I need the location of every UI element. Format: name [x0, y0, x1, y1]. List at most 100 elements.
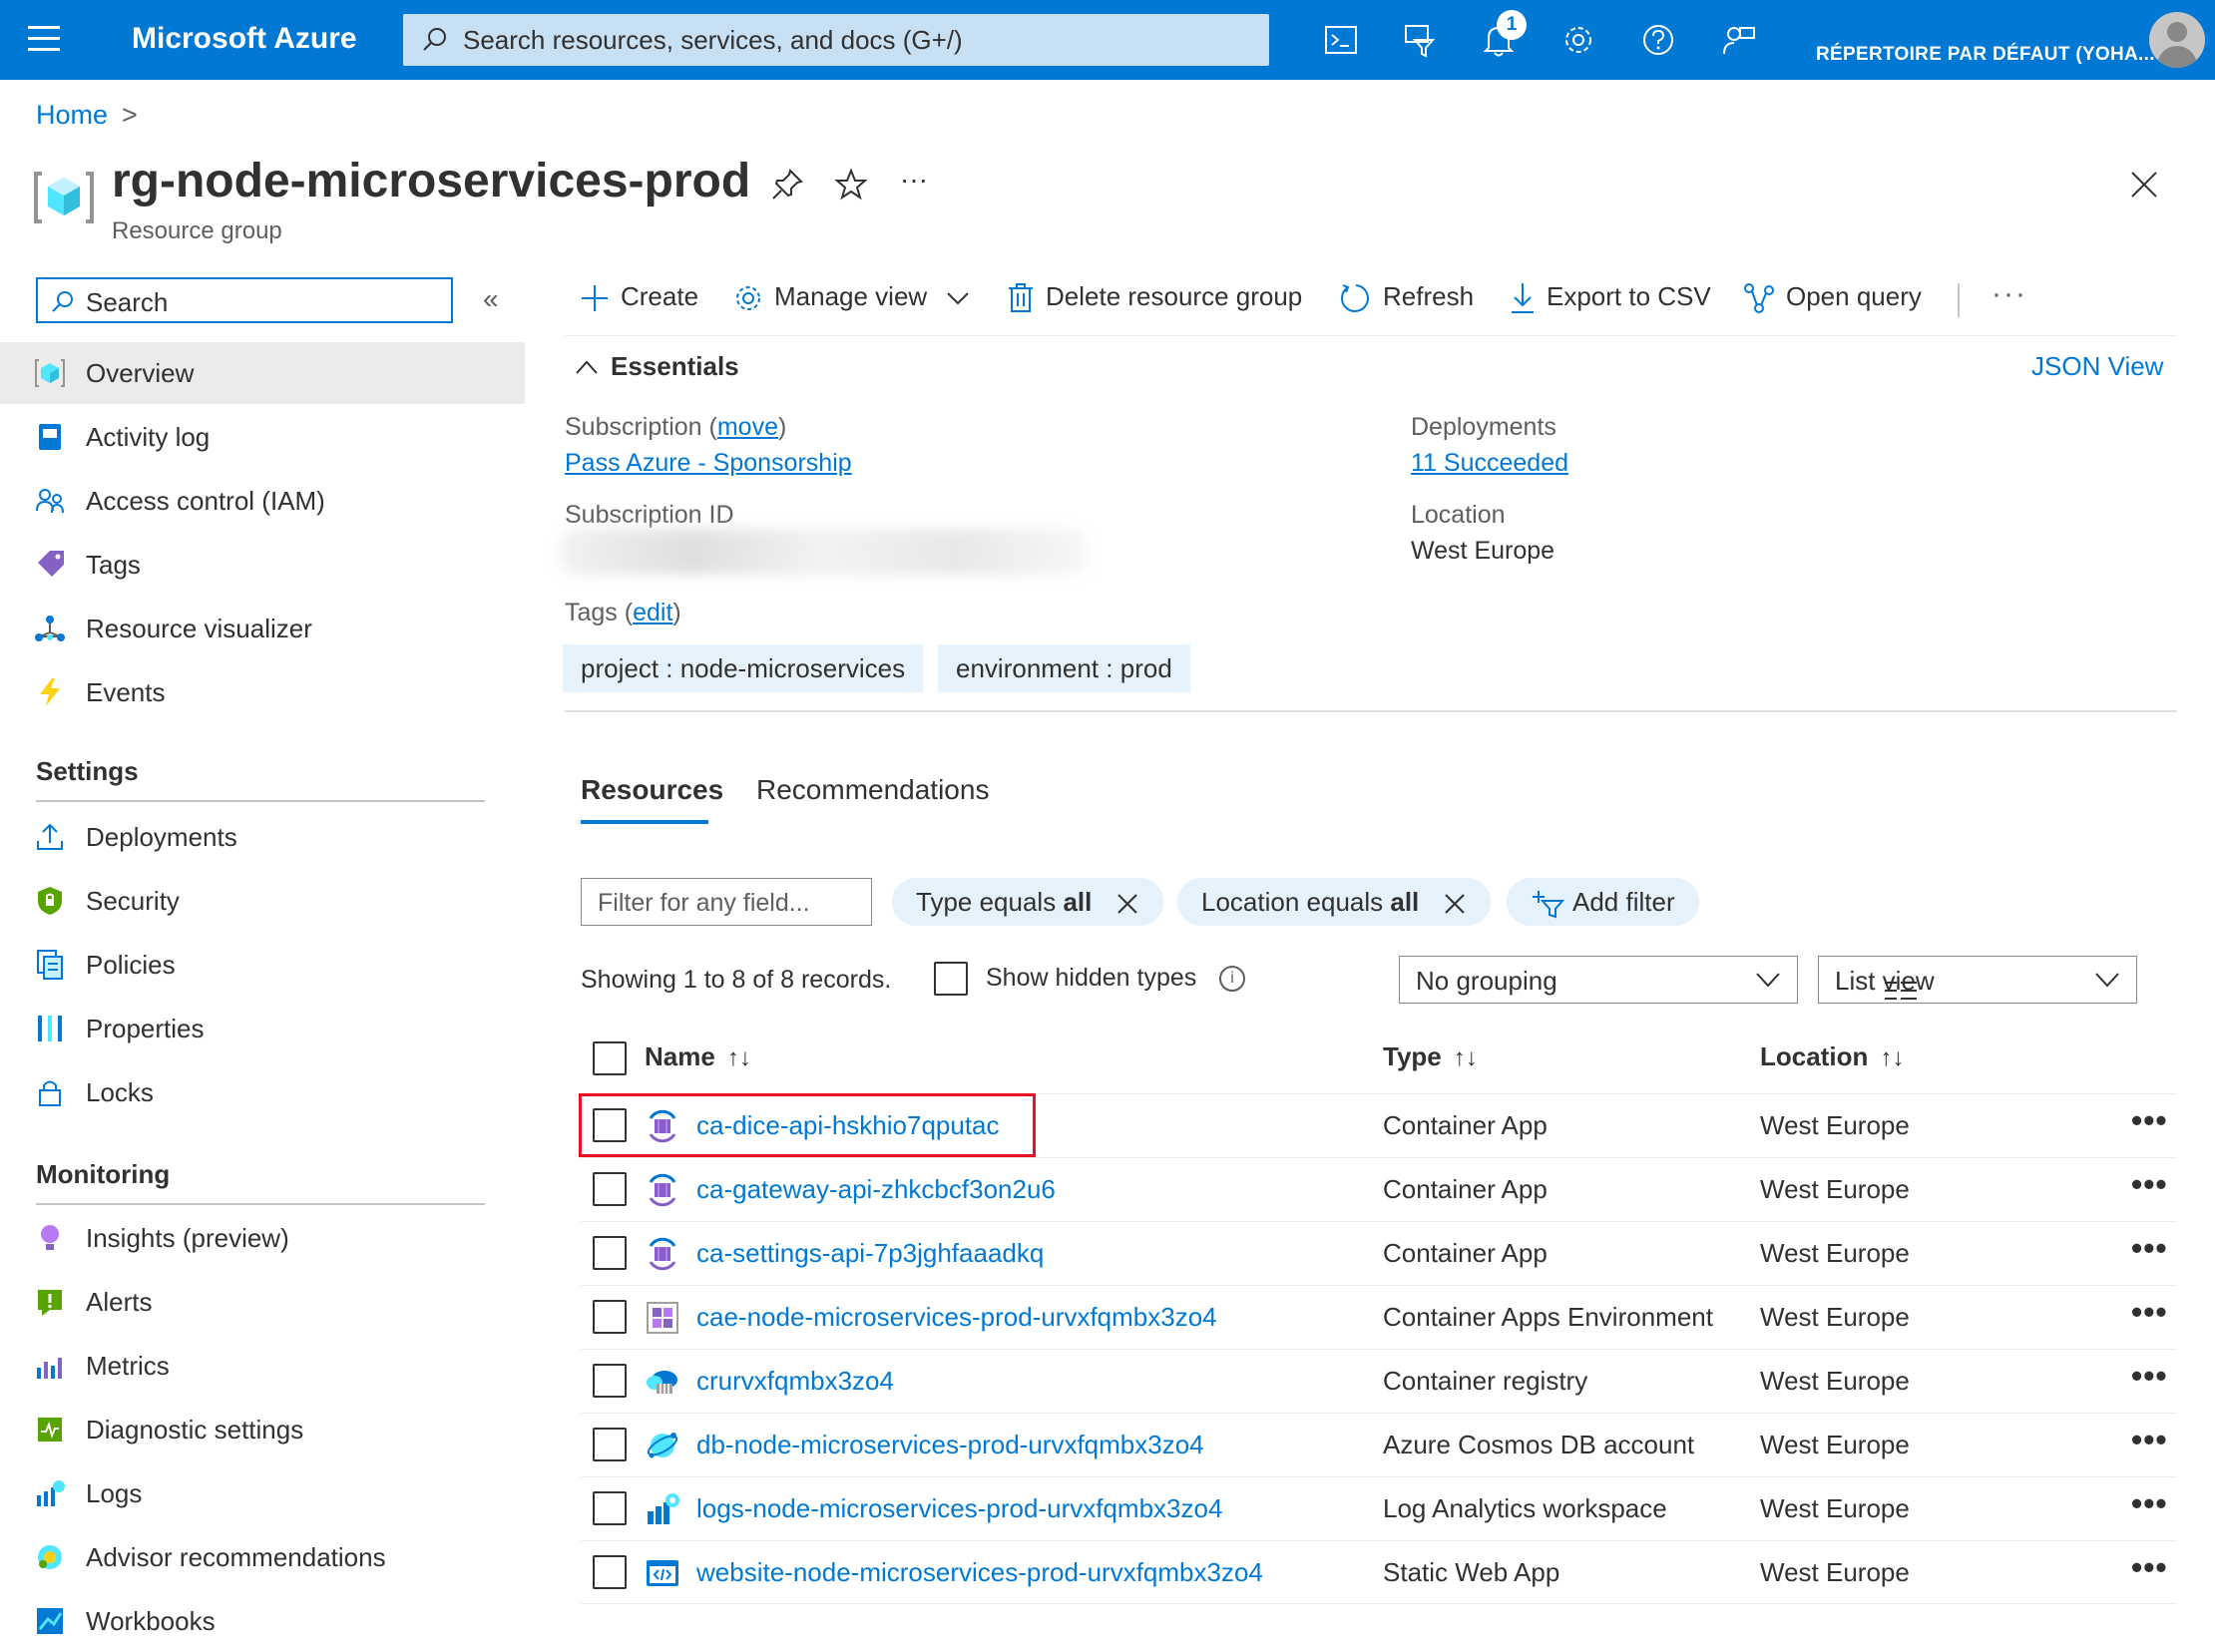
sidebar-item-activity-log[interactable]: Activity log: [0, 406, 525, 468]
export-csv-button[interactable]: Export to CSV: [1509, 281, 1711, 315]
row-more-button[interactable]: •••: [2131, 1102, 2168, 1139]
close-icon[interactable]: [2127, 168, 2161, 206]
help-icon[interactable]: [1636, 18, 1680, 62]
table-row[interactable]: logs-node-microservices-prod-urvxfqmbx3z…: [581, 1476, 2177, 1541]
feedback-icon[interactable]: [1716, 18, 1760, 62]
location-filter-pill[interactable]: Location equals all: [1177, 878, 1491, 926]
select-all-checkbox[interactable]: [593, 1041, 627, 1075]
resource-name-link[interactable]: crurvxfqmbx3zo4: [696, 1366, 894, 1397]
column-header-location[interactable]: Location ↑↓: [1760, 1041, 1904, 1072]
sidebar-item-logs[interactable]: Logs: [0, 1462, 525, 1524]
sidebar-item-locks[interactable]: Locks: [0, 1061, 525, 1123]
row-checkbox[interactable]: [593, 1172, 627, 1206]
directory-label[interactable]: RÉPERTOIRE PAR DÉFAUT (YOHA...: [1816, 44, 2155, 66]
close-icon[interactable]: [1115, 892, 1139, 916]
row-more-button[interactable]: •••: [2131, 1294, 2168, 1331]
manage-view-button[interactable]: Manage view: [732, 281, 970, 314]
row-checkbox[interactable]: [593, 1236, 627, 1270]
settings-icon[interactable]: [1556, 18, 1600, 62]
row-checkbox[interactable]: [593, 1491, 627, 1525]
view-dropdown[interactable]: List view: [1818, 956, 2137, 1004]
refresh-button[interactable]: Refresh: [1339, 281, 1474, 315]
portal-brand[interactable]: Microsoft Azure: [132, 22, 357, 56]
subscription-move-link[interactable]: move: [717, 413, 778, 441]
add-filter-button[interactable]: Add filter: [1507, 878, 1699, 926]
hamburger-menu-icon[interactable]: [28, 26, 60, 54]
delete-resource-group-button[interactable]: Delete resource group: [1006, 281, 1302, 314]
filter-input[interactable]: Filter for any field...: [581, 878, 872, 926]
subscription-link[interactable]: Pass Azure - Sponsorship: [565, 449, 852, 478]
close-icon[interactable]: [1443, 892, 1467, 916]
resource-name-link[interactable]: db-node-microservices-prod-urvxfqmbx3zo4: [696, 1430, 1204, 1460]
column-header-type[interactable]: Type ↑↓: [1383, 1041, 1478, 1072]
sidebar-item-policies[interactable]: Policies: [0, 934, 525, 996]
open-query-button[interactable]: Open query: [1742, 281, 1922, 315]
essentials-toggle[interactable]: Essentials: [575, 351, 739, 382]
row-more-button[interactable]: •••: [2131, 1358, 2168, 1395]
sidebar-item-security[interactable]: Security: [0, 870, 525, 932]
row-checkbox[interactable]: [593, 1428, 627, 1461]
show-hidden-types-checkbox[interactable]: [934, 962, 968, 996]
info-icon[interactable]: i: [1219, 966, 1245, 992]
sidebar-item-diagnostic-settings[interactable]: Diagnostic settings: [0, 1399, 525, 1460]
command-more-button[interactable]: ···: [1992, 277, 2027, 311]
tab-recommendations[interactable]: Recommendations: [756, 774, 989, 806]
sidebar-item-insights[interactable]: Insights (preview): [0, 1207, 525, 1269]
tag-chip-environment[interactable]: environment : prod: [938, 644, 1190, 692]
collapse-sidebar-icon[interactable]: «: [483, 283, 499, 315]
table-row[interactable]: cae-node-microservices-prod-urvxfqmbx3zo…: [581, 1285, 2177, 1350]
global-search-input[interactable]: Search resources, services, and docs (G+…: [403, 14, 1269, 66]
sidebar-item-resource-visualizer[interactable]: Resource visualizer: [0, 598, 525, 659]
row-more-button[interactable]: •••: [2131, 1166, 2168, 1203]
tags-edit-link[interactable]: edit: [633, 599, 672, 626]
sidebar-search-placeholder: Search: [86, 287, 169, 317]
sort-icon[interactable]: ↑↓: [1454, 1044, 1478, 1071]
avatar[interactable]: [2149, 12, 2205, 68]
sidebar-item-metrics[interactable]: Metrics: [0, 1335, 525, 1397]
sidebar-item-iam[interactable]: Access control (IAM): [0, 470, 525, 532]
breadcrumb-home[interactable]: Home: [36, 100, 108, 130]
sidebar-item-properties[interactable]: Properties: [0, 998, 525, 1059]
json-view-link[interactable]: JSON View: [2031, 351, 2163, 382]
directory-filter-icon[interactable]: [1397, 18, 1441, 62]
sidebar-item-workbooks[interactable]: Workbooks: [0, 1590, 525, 1652]
sidebar-item-deployments[interactable]: Deployments: [0, 806, 525, 868]
table-row[interactable]: crurvxfqmbx3zo4 Container registry West …: [581, 1349, 2177, 1414]
tab-resources[interactable]: Resources: [581, 774, 723, 806]
header-more-button[interactable]: ···: [900, 164, 928, 196]
sort-icon[interactable]: ↑↓: [1880, 1044, 1904, 1071]
sidebar-item-alerts[interactable]: Alerts: [0, 1271, 525, 1333]
resource-name-link[interactable]: cae-node-microservices-prod-urvxfqmbx3zo…: [696, 1302, 1217, 1333]
resource-name-link[interactable]: ca-gateway-api-zhkcbcf3on2u6: [696, 1174, 1056, 1205]
row-checkbox[interactable]: [593, 1364, 627, 1398]
create-button[interactable]: Create: [579, 281, 698, 314]
row-more-button[interactable]: •••: [2131, 1485, 2168, 1522]
tag-chip-project[interactable]: project : node-microservices: [563, 644, 924, 692]
sidebar-item-overview[interactable]: Overview: [0, 342, 525, 404]
type-filter-pill[interactable]: Type equals all: [892, 878, 1163, 926]
sidebar-search-input[interactable]: Search: [36, 277, 453, 323]
row-checkbox[interactable]: [593, 1300, 627, 1334]
column-header-name[interactable]: Name ↑↓: [645, 1041, 751, 1072]
row-more-button[interactable]: •••: [2131, 1549, 2168, 1586]
row-more-button[interactable]: •••: [2131, 1230, 2168, 1267]
cloud-shell-icon[interactable]: [1319, 18, 1363, 62]
sidebar-item-events[interactable]: Events: [0, 661, 525, 723]
row-checkbox[interactable]: [593, 1555, 627, 1589]
resource-name-link[interactable]: ca-settings-api-7p3jghfaaadkq: [696, 1238, 1044, 1269]
row-more-button[interactable]: •••: [2131, 1422, 2168, 1458]
sidebar-item-advisor[interactable]: Advisor recommendations: [0, 1526, 525, 1588]
pin-icon[interactable]: [770, 168, 804, 206]
sort-icon[interactable]: ↑↓: [727, 1044, 751, 1071]
favorite-star-icon[interactable]: [834, 168, 868, 206]
table-row[interactable]: ca-settings-api-7p3jghfaaadkq Container …: [581, 1221, 2177, 1286]
deployments-link[interactable]: 11 Succeeded: [1411, 449, 1568, 478]
policies-icon: [37, 950, 63, 980]
resource-name-link[interactable]: website-node-microservices-prod-urvxfqmb…: [696, 1557, 1263, 1588]
resource-name-link[interactable]: logs-node-microservices-prod-urvxfqmbx3z…: [696, 1493, 1222, 1524]
table-row[interactable]: ca-gateway-api-zhkcbcf3on2u6 Container A…: [581, 1157, 2177, 1222]
grouping-dropdown[interactable]: No grouping: [1399, 956, 1798, 1004]
sidebar-item-tags[interactable]: Tags: [0, 534, 525, 596]
table-row[interactable]: website-node-microservices-prod-urvxfqmb…: [581, 1540, 2177, 1605]
table-row[interactable]: db-node-microservices-prod-urvxfqmbx3zo4…: [581, 1413, 2177, 1477]
